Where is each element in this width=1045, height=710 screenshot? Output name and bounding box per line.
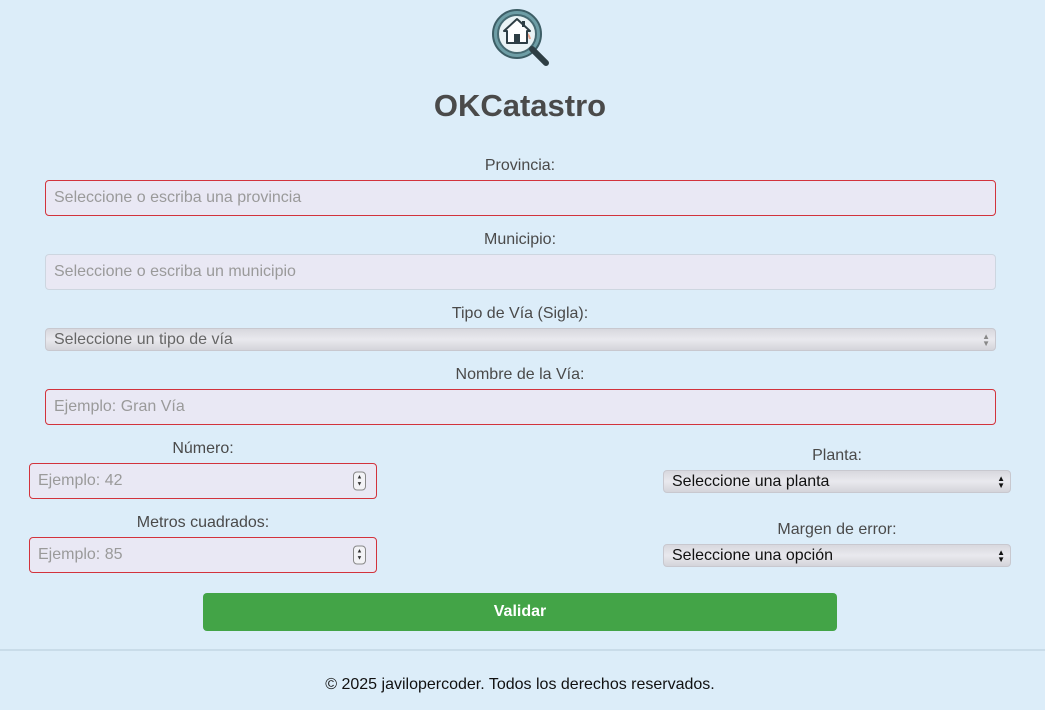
tipo-via-select[interactable]: Seleccione un tipo de vía ▲ ▼ bbox=[45, 328, 996, 351]
footer-text: © 2025 javilopercoder. Todos los derecho… bbox=[325, 676, 715, 693]
nombre-via-placeholder: Ejemplo: Gran Vía bbox=[54, 398, 185, 415]
numero-placeholder: Ejemplo: 42 bbox=[38, 472, 123, 489]
select-arrows-icon: ▲ ▼ bbox=[997, 473, 1005, 490]
provincia-input[interactable]: Seleccione o escriba una provincia bbox=[45, 180, 996, 216]
municipio-input[interactable]: Seleccione o escriba un municipio bbox=[45, 254, 996, 290]
house-magnifier-icon bbox=[492, 9, 549, 66]
provincia-label: Provincia: bbox=[484, 157, 556, 174]
numero-input[interactable]: Ejemplo: 42 ▲ ▼ bbox=[29, 463, 377, 499]
metros-input[interactable]: Ejemplo: 85 ▲ ▼ bbox=[29, 537, 377, 573]
municipio-label: Municipio: bbox=[483, 231, 557, 248]
provincia-placeholder: Seleccione o escriba una provincia bbox=[54, 189, 302, 206]
select-arrows-icon: ▲ ▼ bbox=[997, 547, 1005, 564]
metros-placeholder: Ejemplo: 85 bbox=[38, 546, 123, 563]
planta-selected: Seleccione una planta bbox=[672, 472, 830, 490]
planta-label: Planta: bbox=[812, 447, 862, 464]
validar-button[interactable]: Validar bbox=[203, 593, 837, 631]
number-spinner-icon[interactable]: ▲ ▼ bbox=[353, 545, 366, 565]
margen-label: Margen de error: bbox=[777, 521, 897, 538]
margen-selected: Seleccione una opción bbox=[672, 546, 834, 564]
page-title: OKCatastro bbox=[433, 88, 607, 123]
tipo-via-selected: Seleccione un tipo de vía bbox=[54, 330, 233, 348]
municipio-placeholder: Seleccione o escriba un municipio bbox=[54, 263, 296, 280]
nombre-via-label: Nombre de la Vía: bbox=[455, 366, 585, 383]
number-spinner-icon[interactable]: ▲ ▼ bbox=[353, 471, 366, 491]
nombre-via-input[interactable]: Ejemplo: Gran Vía bbox=[45, 389, 996, 425]
footer-divider bbox=[0, 649, 1045, 651]
margen-select[interactable]: Seleccione una opción ▲ ▼ bbox=[663, 544, 1011, 567]
select-arrows-icon: ▲ ▼ bbox=[982, 331, 990, 348]
tipo-via-label: Tipo de Vía (Sigla): bbox=[451, 305, 589, 322]
metros-label: Metros cuadrados: bbox=[136, 514, 270, 531]
page: OKCatastro Provincia: Seleccione o escri… bbox=[0, 0, 1045, 710]
numero-label: Número: bbox=[172, 440, 234, 457]
planta-select[interactable]: Seleccione una planta ▲ ▼ bbox=[663, 470, 1011, 493]
